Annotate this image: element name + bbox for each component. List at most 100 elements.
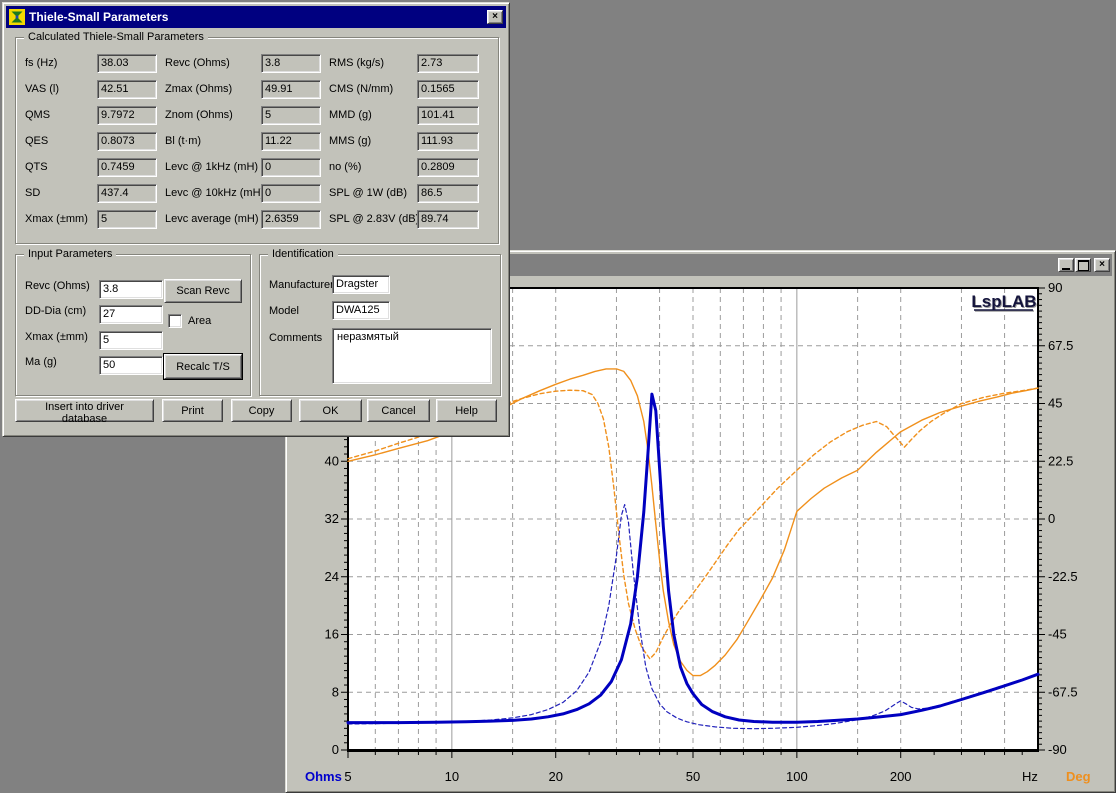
calc-label-0-4: QTS xyxy=(25,161,97,174)
calc-field-0-4[interactable]: 0.7459 xyxy=(97,158,157,177)
comments-label: Comments xyxy=(269,332,322,345)
input-field-0[interactable] xyxy=(99,280,163,299)
close-window-button[interactable]: × xyxy=(1094,258,1110,272)
svg-text:40: 40 xyxy=(325,453,339,468)
svg-text:5: 5 xyxy=(344,769,351,784)
calc-field-0-6[interactable]: 5 xyxy=(97,210,157,229)
input-label-2: Xmax (±mm) xyxy=(25,331,99,344)
identification-group-legend: Identification xyxy=(268,248,338,261)
calc-label-2-3: MMS (g) xyxy=(329,135,417,148)
ohms-axis-label: Ohms xyxy=(305,769,342,784)
calc-field-0-0[interactable]: 38.03 xyxy=(97,54,157,73)
calc-label-2-0: RMS (kg/s) xyxy=(329,57,417,70)
model-label: Model xyxy=(269,305,299,318)
input-parameters-group: Input Parameters Revc (Ohms)DD-Dia (cm)X… xyxy=(15,254,251,396)
calc-field-0-3[interactable]: 0.8073 xyxy=(97,132,157,151)
calc-field-1-4[interactable]: 0 xyxy=(261,158,321,177)
recalc-ts-button[interactable]: Recalc T/S xyxy=(164,354,242,379)
calc-field-0-5[interactable]: 437.4 xyxy=(97,184,157,203)
calculated-parameters-grid: fs (Hz)38.03VAS (l)42.51QMS9.7972QES0.80… xyxy=(25,50,479,232)
calc-label-1-0: Revc (Ohms) xyxy=(165,57,261,70)
input-row-2: Xmax (±mm) xyxy=(25,331,99,351)
calc-label-2-5: SPL @ 1W (dB) xyxy=(329,187,417,200)
calc-label-1-3: Bl (t·m) xyxy=(165,135,261,148)
svg-text:LspLAB: LspLAB xyxy=(971,292,1036,311)
copy-button[interactable]: Copy xyxy=(231,399,292,422)
calc-field-2-5[interactable]: 86.5 xyxy=(417,184,479,203)
input-field-2[interactable] xyxy=(99,331,163,350)
calc-field-0-1[interactable]: 42.51 xyxy=(97,80,157,99)
calc-field-2-6[interactable]: 89.74 xyxy=(417,210,479,229)
calc-label-1-1: Zmax (Ohms) xyxy=(165,83,261,96)
ok-button[interactable]: OK xyxy=(299,399,362,422)
input-label-0: Revc (Ohms) xyxy=(25,280,99,293)
dialog-titlebar[interactable]: Thiele-Small Parameters × xyxy=(6,6,506,28)
calc-label-0-5: SD xyxy=(25,187,97,200)
maximize-button[interactable] xyxy=(1075,258,1091,272)
svg-text:100: 100 xyxy=(786,769,808,784)
svg-text:0: 0 xyxy=(332,742,339,757)
calc-field-1-0[interactable]: 3.8 xyxy=(261,54,321,73)
calc-label-2-4: no (%) xyxy=(329,161,417,174)
input-label-1: DD-Dia (cm) xyxy=(25,305,99,318)
svg-text:8: 8 xyxy=(332,684,339,699)
manufacturer-field[interactable] xyxy=(332,275,390,294)
svg-text:10: 10 xyxy=(445,769,459,784)
input-row-1: DD-Dia (cm) xyxy=(25,305,99,325)
calc-field-1-6[interactable]: 2.6359 xyxy=(261,210,321,229)
close-dialog-button[interactable]: × xyxy=(487,10,503,24)
maximize-icon xyxy=(1078,260,1089,271)
cancel-button[interactable]: Cancel xyxy=(367,399,430,422)
calculated-group-legend: Calculated Thiele-Small Parameters xyxy=(24,31,208,44)
input-field-1[interactable] xyxy=(99,305,163,324)
calc-field-2-2[interactable]: 101.41 xyxy=(417,106,479,125)
close-icon: × xyxy=(492,12,498,22)
manufacturer-label: Manufacturer xyxy=(269,279,334,292)
calc-field-1-3[interactable]: 11.22 xyxy=(261,132,321,151)
comments-field[interactable]: неразмятый xyxy=(332,328,492,384)
calc-label-2-2: MMD (g) xyxy=(329,109,417,122)
calc-field-2-1[interactable]: 0.1565 xyxy=(417,80,479,99)
print-button[interactable]: Print xyxy=(162,399,223,422)
svg-text:20: 20 xyxy=(548,769,562,784)
svg-text:32: 32 xyxy=(325,511,339,526)
input-label-3: Ma (g) xyxy=(25,356,99,369)
svg-text:22.5: 22.5 xyxy=(1048,453,1073,468)
calc-field-1-2[interactable]: 5 xyxy=(261,106,321,125)
help-button[interactable]: Help xyxy=(436,399,497,422)
calc-label-0-1: VAS (l) xyxy=(25,83,97,96)
svg-text:-90: -90 xyxy=(1048,742,1067,757)
minimize-button[interactable] xyxy=(1058,258,1074,272)
svg-text:90: 90 xyxy=(1048,280,1062,295)
model-field[interactable] xyxy=(332,301,390,320)
dialog-button-row: Insert into driver database Print Copy O… xyxy=(3,399,509,422)
calc-field-2-4[interactable]: 0.2809 xyxy=(417,158,479,177)
desktop: × 0816243240485664-90-67.5-45-22.5022.54… xyxy=(0,0,1116,793)
area-checkbox[interactable] xyxy=(168,314,182,328)
calc-label-1-4: Levc @ 1kHz (mH) xyxy=(165,161,261,174)
svg-text:67.5: 67.5 xyxy=(1048,338,1073,353)
calc-label-0-3: QES xyxy=(25,135,97,148)
svg-text:200: 200 xyxy=(890,769,912,784)
calc-field-2-3[interactable]: 111.93 xyxy=(417,132,479,151)
deg-axis-label: Deg xyxy=(1066,769,1091,784)
scan-revc-button[interactable]: Scan Revc xyxy=(164,279,242,303)
calc-label-1-6: Levc average (mH) xyxy=(165,213,261,226)
svg-text:24: 24 xyxy=(325,569,339,584)
input-field-3[interactable] xyxy=(99,356,163,375)
insert-into-driver-database-button[interactable]: Insert into driver database xyxy=(15,399,154,422)
identification-group: Identification Manufacturer Model Commen… xyxy=(259,254,501,396)
calc-label-0-2: QMS xyxy=(25,109,97,122)
calc-label-1-2: Znom (Ohms) xyxy=(165,109,261,122)
calc-label-0-0: fs (Hz) xyxy=(25,57,97,70)
app-icon xyxy=(9,9,25,25)
calc-label-2-1: CMS (N/mm) xyxy=(329,83,417,96)
calc-field-2-0[interactable]: 2.73 xyxy=(417,54,479,73)
input-group-legend: Input Parameters xyxy=(24,248,116,261)
lsplab-logo: LspLABLspLAB xyxy=(971,292,1037,312)
calc-field-1-1[interactable]: 49.91 xyxy=(261,80,321,99)
area-checkbox-row: Area xyxy=(168,314,211,328)
calc-field-1-5[interactable]: 0 xyxy=(261,184,321,203)
calc-field-0-2[interactable]: 9.7972 xyxy=(97,106,157,125)
svg-text:-45: -45 xyxy=(1048,627,1067,642)
